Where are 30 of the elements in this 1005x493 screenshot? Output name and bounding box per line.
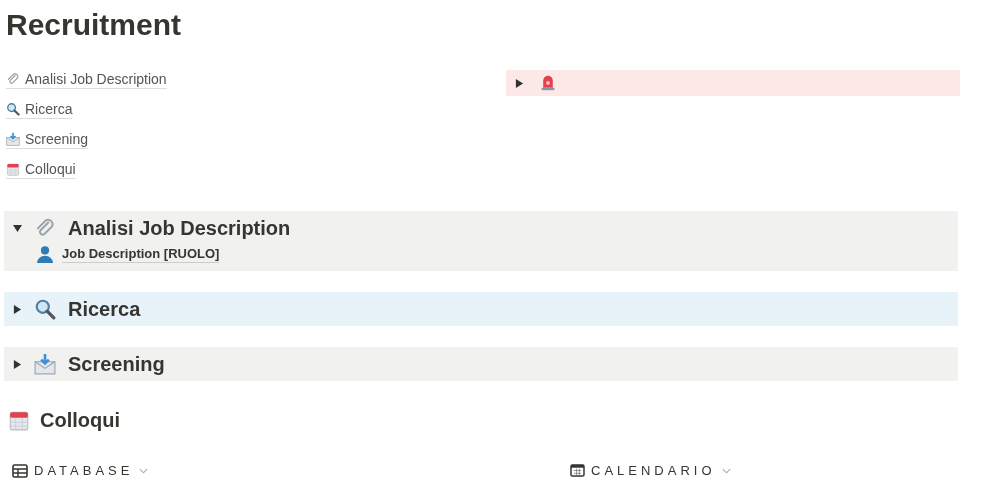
envelope-icon (34, 353, 56, 375)
view-tab[interactable]: DATABASE (4, 463, 562, 478)
calendar-icon (8, 409, 30, 431)
calendar-icon (570, 464, 585, 477)
expanded-triangle-icon[interactable] (13, 223, 22, 233)
page-title: Recruitment (6, 7, 183, 43)
page-link[interactable]: Analisi Job Description (6, 70, 167, 89)
section-heading: Analisi Job Description (68, 216, 291, 241)
person-icon (36, 245, 54, 263)
search-icon (34, 298, 56, 320)
siren-icon (540, 75, 556, 91)
section-heading: Ricerca (68, 297, 141, 322)
section-heading: Screening (68, 352, 165, 377)
page-link[interactable]: Job Description [RUOLO] (36, 245, 958, 263)
page-link[interactable]: Colloqui (6, 160, 76, 179)
paperclip-icon (34, 217, 56, 239)
chevron-icon (721, 467, 731, 474)
page-link[interactable]: Screening (6, 130, 89, 149)
chevron-icon (139, 467, 149, 474)
paperclip-icon (6, 72, 20, 86)
collapsed-triangle-icon[interactable] (13, 359, 22, 369)
view-tab[interactable]: CALENDARIO (562, 463, 731, 478)
calendar-icon (6, 162, 20, 176)
collapsed-triangle-icon[interactable] (13, 304, 22, 314)
table-icon (12, 463, 28, 478)
collapsed-triangle-icon[interactable] (515, 78, 524, 88)
section-heading: Colloqui (40, 408, 120, 433)
search-icon (6, 102, 20, 116)
page-link[interactable]: Ricerca (6, 100, 73, 119)
envelope-icon (6, 132, 20, 146)
